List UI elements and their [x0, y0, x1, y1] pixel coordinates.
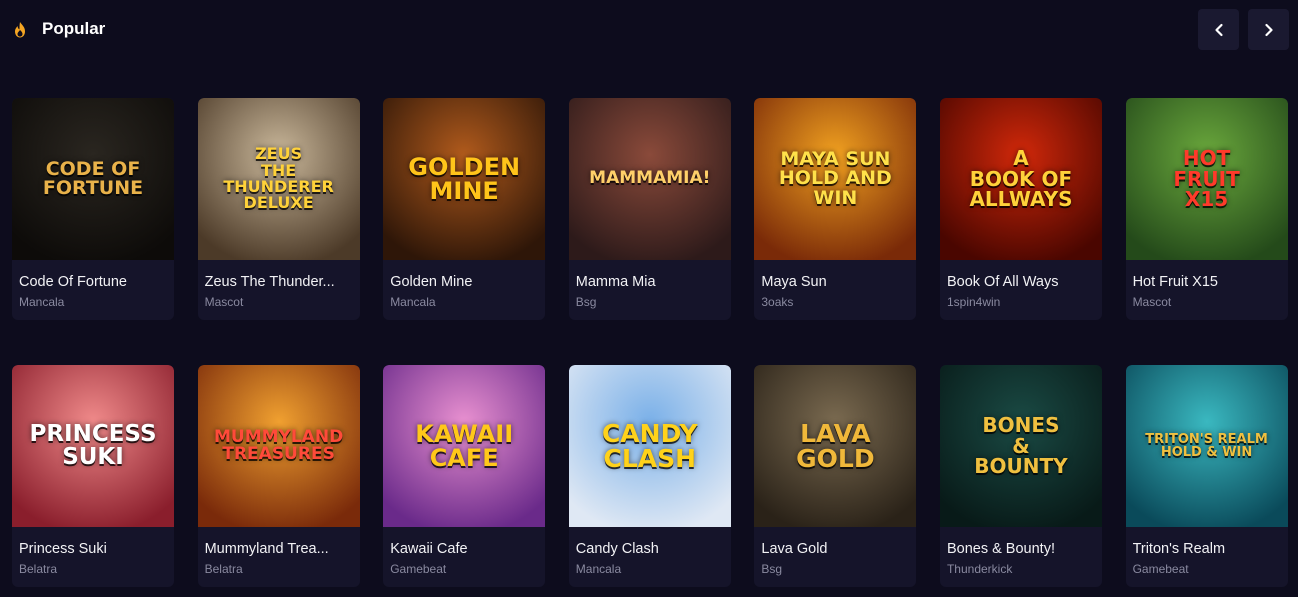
- game-card[interactable]: MammaMia! Mamma Mia Bsg: [568, 98, 731, 320]
- game-provider: Gamebeat: [1132, 562, 1189, 576]
- game-logo: Princess Suki: [29, 420, 157, 470]
- section-header: Popular: [0, 0, 1298, 62]
- game-title[interactable]: Golden Mine: [390, 274, 538, 290]
- game-logo: Zeus the thunderer Deluxe: [223, 144, 334, 213]
- game-card[interactable]: Princess Suki Princess Suki Belatra: [12, 365, 174, 587]
- game-card[interactable]: Mummyland Treasures Mummyland Trea... Bela…: [197, 365, 360, 587]
- game-logo: Hot Fruit X15: [1173, 146, 1240, 212]
- game-provider: Mancala: [390, 295, 436, 309]
- game-card[interactable]: Candy Clash Candy Clash Mancala: [568, 365, 731, 587]
- game-provider: Bsg: [575, 295, 597, 309]
- game-thumbnail[interactable]: Maya Sun hold and win: [754, 98, 917, 260]
- game-title[interactable]: Maya Sun: [761, 274, 909, 290]
- game-info: Book Of All Ways 1spin4win: [940, 260, 1102, 309]
- game-logo: A Book of Allways: [969, 146, 1073, 212]
- game-thumbnail[interactable]: Kawaii Cafe: [383, 365, 546, 527]
- game-title[interactable]: Lava Gold: [761, 541, 909, 557]
- game-thumbnail[interactable]: Golden Mine: [383, 98, 546, 260]
- game-thumbnail[interactable]: Princess Suki: [12, 365, 174, 527]
- game-provider: Mascot: [204, 295, 244, 309]
- game-info: Golden Mine Mancala: [383, 260, 545, 309]
- game-logo: Maya Sun hold and win: [778, 147, 892, 209]
- game-provider: Gamebeat: [390, 562, 447, 576]
- game-info: Princess Suki Belatra: [12, 527, 174, 576]
- game-title[interactable]: Mamma Mia: [576, 274, 724, 290]
- game-title[interactable]: Princess Suki: [19, 541, 167, 557]
- game-logo: Candy Clash: [601, 418, 698, 473]
- game-provider: Mancala: [575, 562, 622, 576]
- game-provider: Belatra: [204, 562, 243, 576]
- game-title[interactable]: Book Of All Ways: [947, 274, 1095, 290]
- game-card[interactable]: Kawaii Cafe Kawaii Cafe Gamebeat: [383, 365, 546, 587]
- game-provider: 1spin4win: [946, 295, 1001, 309]
- chevron-left-icon: [1214, 23, 1223, 36]
- game-thumbnail[interactable]: Zeus the thunderer Deluxe: [197, 98, 360, 260]
- game-card[interactable]: Hot Fruit X15 Hot Fruit X15 Mascot: [1125, 98, 1288, 320]
- game-thumbnail[interactable]: Bones & Bounty: [939, 365, 1102, 527]
- section-title: Popular: [42, 19, 106, 38]
- game-logo: Golden Mine: [408, 152, 521, 205]
- game-card[interactable]: Golden Mine Golden Mine Mancala: [383, 98, 546, 320]
- game-card[interactable]: Zeus the thunderer Deluxe Zeus The Thunde…: [197, 98, 360, 320]
- game-card[interactable]: A Book of Allways Book Of All Ways 1spin4w…: [939, 98, 1102, 320]
- game-thumbnail[interactable]: Lava Gold: [754, 365, 917, 527]
- game-provider: Bsg: [761, 562, 783, 576]
- carousel-prev-button[interactable]: [1198, 9, 1239, 50]
- game-thumbnail[interactable]: Code of Fortune: [12, 98, 174, 260]
- game-info: Candy Clash Mancala: [569, 527, 731, 576]
- game-title[interactable]: Bones & Bounty!: [947, 541, 1095, 557]
- game-info: Hot Fruit X15 Mascot: [1126, 260, 1288, 309]
- game-card[interactable]: Maya Sun hold and win Maya Sun 3oaks: [754, 98, 917, 320]
- game-provider: Mancala: [19, 295, 65, 309]
- game-info: Zeus The Thunder... Mascot: [198, 260, 360, 309]
- game-thumbnail[interactable]: Hot Fruit X15: [1125, 98, 1288, 260]
- game-thumbnail[interactable]: MammaMia!: [568, 98, 731, 260]
- carousel-next-button[interactable]: [1248, 9, 1289, 50]
- game-provider: Thunderkick: [946, 562, 1013, 576]
- game-logo: Triton's Realm hold & win: [1145, 431, 1268, 460]
- game-card[interactable]: Lava Gold Lava Gold Bsg: [754, 365, 917, 587]
- game-info: Triton's Realm Gamebeat: [1126, 527, 1288, 576]
- game-logo: Mummyland Treasures: [213, 426, 344, 464]
- game-card[interactable]: Bones & Bounty Bones & Bounty! Thunderkick: [939, 365, 1102, 587]
- game-info: Code Of Fortune Mancala: [12, 260, 174, 309]
- game-title[interactable]: Mummyland Trea...: [205, 541, 353, 557]
- game-grid: Code of Fortune Code Of Fortune Mancala Zeu…: [12, 98, 1288, 587]
- game-logo: MammaMia!: [589, 168, 711, 189]
- game-title[interactable]: Kawaii Cafe: [390, 541, 538, 557]
- game-info: Mamma Mia Bsg: [569, 260, 731, 309]
- game-thumbnail[interactable]: Candy Clash: [568, 365, 731, 527]
- game-info: Lava Gold Bsg: [754, 527, 916, 576]
- fire-icon: [15, 22, 25, 38]
- game-provider: Mascot: [1132, 295, 1172, 309]
- game-logo: Bones & Bounty: [974, 413, 1068, 479]
- game-title[interactable]: Hot Fruit X15: [1133, 274, 1281, 290]
- game-title[interactable]: Zeus The Thunder...: [205, 274, 353, 290]
- game-provider: Belatra: [19, 562, 58, 576]
- game-title[interactable]: Triton's Realm: [1133, 541, 1281, 557]
- game-info: Bones & Bounty! Thunderkick: [940, 527, 1102, 576]
- game-title[interactable]: Candy Clash: [576, 541, 724, 557]
- game-logo: Lava Gold: [796, 418, 875, 473]
- game-logo: Code of Fortune: [42, 157, 144, 199]
- game-info: Kawaii Cafe Gamebeat: [383, 527, 545, 576]
- game-card[interactable]: Triton's Realm hold & win Triton's Realm G…: [1125, 365, 1288, 587]
- game-card[interactable]: Code of Fortune Code Of Fortune Mancala: [12, 98, 174, 320]
- game-title[interactable]: Code Of Fortune: [19, 274, 167, 290]
- game-thumbnail[interactable]: Triton's Realm hold & win: [1125, 365, 1288, 527]
- game-info: Mummyland Trea... Belatra: [198, 527, 360, 576]
- chevron-right-icon: [1264, 23, 1273, 36]
- game-logo: Kawaii Cafe: [415, 419, 514, 472]
- game-thumbnail[interactable]: A Book of Allways: [939, 98, 1102, 260]
- game-info: Maya Sun 3oaks: [754, 260, 916, 309]
- game-provider: 3oaks: [761, 295, 794, 309]
- game-thumbnail[interactable]: Mummyland Treasures: [197, 365, 360, 527]
